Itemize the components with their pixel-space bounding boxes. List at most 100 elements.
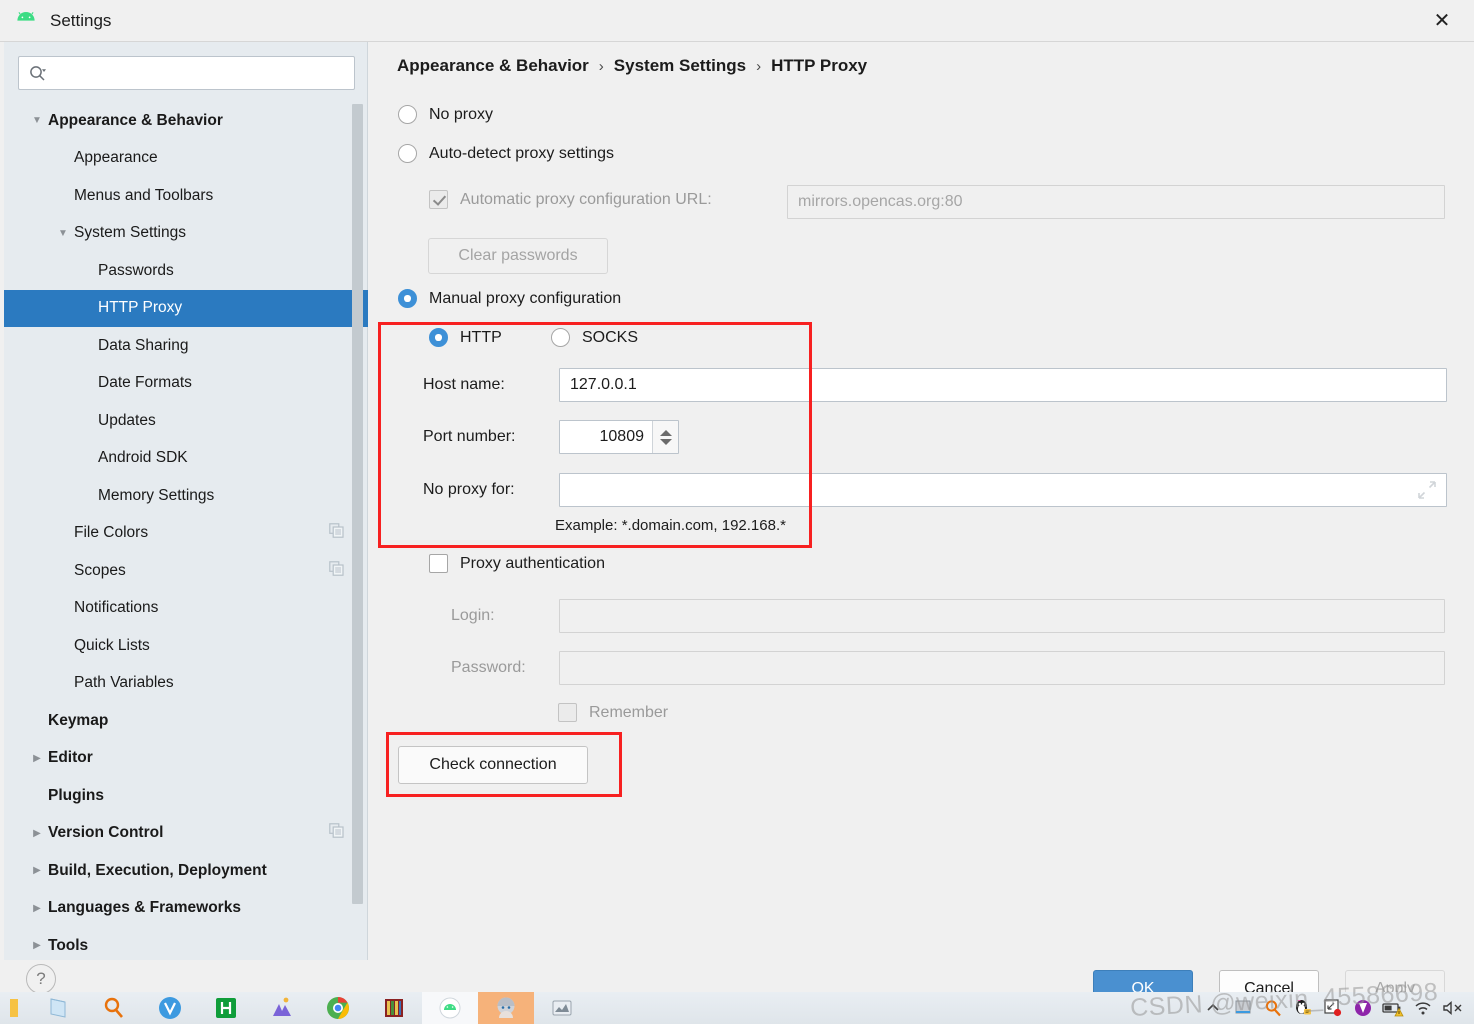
avatar-icon[interactable] bbox=[478, 992, 534, 1024]
sidebar-item-android-sdk[interactable]: Android SDK bbox=[4, 440, 368, 478]
photo-viewer-icon[interactable] bbox=[534, 992, 590, 1024]
no-proxy-for-label: No proxy for: bbox=[423, 481, 515, 498]
auto-url-checkbox bbox=[429, 190, 448, 209]
breadcrumb-separator-1: › bbox=[598, 57, 604, 75]
stepper-up-icon[interactable] bbox=[659, 429, 672, 436]
sidebar-item-label: HTTP Proxy bbox=[98, 299, 183, 317]
copy-settings-icon[interactable] bbox=[329, 823, 344, 843]
sidebar-item-http-proxy[interactable]: HTTP Proxy bbox=[4, 289, 368, 327]
breadcrumb-separator-2: › bbox=[756, 57, 762, 75]
chevron-right-icon[interactable]: ▶ bbox=[26, 865, 48, 876]
sidebar-item-appearance[interactable]: Appearance bbox=[4, 140, 368, 178]
clear-passwords-button: Clear passwords bbox=[428, 238, 608, 274]
copy-settings-icon[interactable] bbox=[329, 523, 344, 543]
sidebar-item-data-sharing[interactable]: Data Sharing bbox=[4, 327, 368, 365]
speaker-mute-icon[interactable] bbox=[1438, 992, 1468, 1024]
chevron-down-icon[interactable]: ▼ bbox=[52, 228, 74, 239]
password-label: Password: bbox=[451, 659, 526, 676]
sidebar-item-languages-frameworks[interactable]: ▶ Languages & Frameworks bbox=[4, 890, 368, 928]
sidebar-scrollbar[interactable] bbox=[352, 104, 363, 942]
sidebar-scrollbar-thumb[interactable] bbox=[352, 104, 363, 904]
sidebar-item-label: Appearance & Behavior bbox=[48, 111, 223, 129]
close-icon[interactable]: ✕ bbox=[1410, 0, 1474, 42]
sidebar-item-scopes[interactable]: Scopes bbox=[4, 552, 368, 590]
port-number-stepper[interactable]: 10809 bbox=[559, 420, 679, 454]
sidebar-item-system-settings[interactable]: ▼ System Settings bbox=[4, 215, 368, 253]
copy-settings-icon[interactable] bbox=[329, 560, 344, 581]
manual-proxy-option[interactable]: Manual proxy configuration bbox=[398, 289, 621, 308]
no-proxy-for-field[interactable] bbox=[559, 473, 1447, 507]
sidebar-item-file-colors[interactable]: File Colors bbox=[4, 515, 368, 553]
http-protocol-option[interactable]: HTTP bbox=[429, 328, 502, 347]
sidebar-item-label: Editor bbox=[48, 749, 93, 767]
remember-label: Remember bbox=[589, 703, 669, 721]
manual-proxy-radio[interactable] bbox=[398, 289, 417, 308]
h-app-icon[interactable] bbox=[198, 992, 254, 1024]
sidebar-item-passwords[interactable]: Passwords bbox=[4, 252, 368, 290]
expand-arrows-icon[interactable] bbox=[1418, 481, 1436, 499]
search-magnifier-icon[interactable] bbox=[86, 992, 142, 1024]
sidebar-item-editor[interactable]: ▶ Editor bbox=[4, 740, 368, 778]
login-label: Login: bbox=[451, 607, 495, 624]
sidebar-item-keymap[interactable]: Keymap bbox=[4, 702, 368, 740]
sidebar-item-appearance-behavior[interactable]: ▼ Appearance & Behavior bbox=[4, 102, 368, 140]
chevron-right-icon[interactable]: ▶ bbox=[26, 828, 48, 839]
winrar-icon[interactable] bbox=[366, 992, 422, 1024]
sidebar-item-memory-settings[interactable]: Memory Settings bbox=[4, 477, 368, 515]
sidebar-item-path-variables[interactable]: Path Variables bbox=[4, 665, 368, 703]
m-app-icon[interactable] bbox=[254, 992, 310, 1024]
sidebar-item-quick-lists[interactable]: Quick Lists bbox=[4, 627, 368, 665]
auto-detect-radio[interactable] bbox=[398, 144, 417, 163]
settings-tree[interactable]: ▼ Appearance & Behavior Appearance Menus an… bbox=[4, 102, 368, 960]
manual-proxy-label: Manual proxy configuration bbox=[429, 289, 622, 307]
help-question-icon[interactable]: ? bbox=[26, 964, 56, 994]
sidebar-item-label: Build, Execution, Deployment bbox=[48, 861, 267, 879]
auto-url-checkbox-row: Automatic proxy configuration URL: bbox=[429, 190, 712, 209]
proxy-authentication-option[interactable]: Proxy authentication bbox=[429, 554, 605, 573]
sidebar-item-build-execution-deployment[interactable]: ▶ Build, Execution, Deployment bbox=[4, 852, 368, 890]
sidebar-item-updates[interactable]: Updates bbox=[4, 402, 368, 440]
port-stepper-buttons[interactable] bbox=[652, 421, 678, 453]
sidebar-item-date-formats[interactable]: Date Formats bbox=[4, 365, 368, 403]
stepper-down-icon[interactable] bbox=[659, 438, 672, 445]
notepad-icon[interactable] bbox=[30, 992, 86, 1024]
host-name-label: Host name: bbox=[423, 376, 505, 393]
breadcrumb-appearance-behavior[interactable]: Appearance & Behavior bbox=[397, 56, 589, 76]
chrome-icon[interactable] bbox=[310, 992, 366, 1024]
sidebar-item-label: Updates bbox=[98, 411, 156, 429]
sidebar-item-notifications[interactable]: Notifications bbox=[4, 590, 368, 628]
search-box[interactable] bbox=[18, 56, 355, 90]
window-title: Settings bbox=[50, 11, 112, 30]
sidebar-item-tools[interactable]: ▶ Tools bbox=[4, 927, 368, 960]
chevron-right-icon[interactable]: ▶ bbox=[26, 940, 48, 951]
no-proxy-radio[interactable] bbox=[398, 105, 417, 124]
sidebar-item-label: Keymap bbox=[48, 711, 109, 729]
http-radio[interactable] bbox=[429, 328, 448, 347]
search-input[interactable] bbox=[51, 64, 346, 82]
sidebar-item-label: Plugins bbox=[48, 786, 104, 804]
breadcrumb-system-settings[interactable]: System Settings bbox=[614, 56, 746, 76]
sidebar-item-label: Path Variables bbox=[74, 674, 174, 692]
sidebar-item-menus-and-toolbars[interactable]: Menus and Toolbars bbox=[4, 177, 368, 215]
android-studio-icon[interactable] bbox=[422, 992, 478, 1024]
port-number-value[interactable]: 10809 bbox=[560, 421, 652, 453]
sidebar-item-label: Appearance bbox=[74, 149, 158, 167]
v-app-icon[interactable] bbox=[142, 992, 198, 1024]
host-name-value: 127.0.0.1 bbox=[570, 376, 637, 393]
host-name-field[interactable]: 127.0.0.1 bbox=[559, 368, 1447, 402]
sidebar-item-label: File Colors bbox=[74, 524, 149, 542]
check-connection-button[interactable]: Check connection bbox=[398, 746, 588, 784]
sidebar-item-plugins[interactable]: Plugins bbox=[4, 777, 368, 815]
sidebar-item-version-control[interactable]: ▶ Version Control bbox=[4, 815, 368, 853]
chevron-down-icon[interactable]: ▼ bbox=[26, 115, 48, 126]
chevron-right-icon[interactable]: ▶ bbox=[26, 903, 48, 914]
socks-radio[interactable] bbox=[551, 328, 570, 347]
chevron-right-icon[interactable]: ▶ bbox=[26, 753, 48, 764]
socks-protocol-option[interactable]: SOCKS bbox=[551, 328, 638, 347]
auto-url-label: Automatic proxy configuration URL: bbox=[460, 190, 712, 208]
proxy-authentication-checkbox[interactable] bbox=[429, 554, 448, 573]
auto-detect-option[interactable]: Auto-detect proxy settings bbox=[398, 144, 614, 163]
taskbar-start-edge bbox=[0, 992, 30, 1024]
no-proxy-option[interactable]: No proxy bbox=[398, 105, 493, 124]
login-field bbox=[559, 599, 1445, 633]
